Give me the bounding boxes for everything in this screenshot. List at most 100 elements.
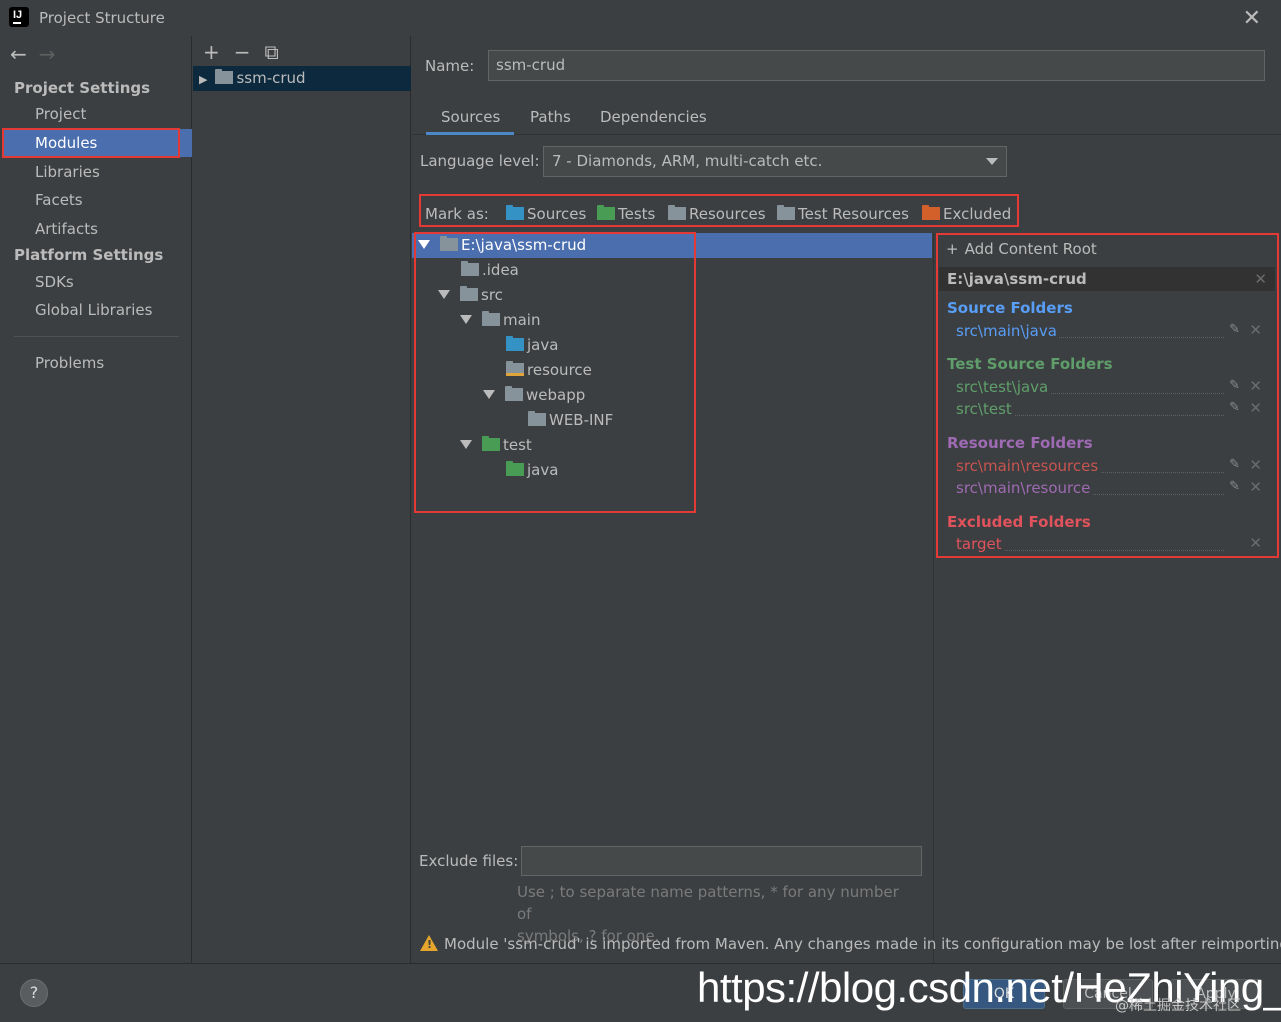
- tree-node-test[interactable]: test: [460, 433, 532, 458]
- source-folders-heading: Source Folders: [947, 299, 1073, 317]
- sidebar-item-facets[interactable]: Facets: [2, 186, 192, 214]
- resource-folder-icon: [506, 361, 524, 376]
- excluded-folder-icon: [922, 205, 940, 220]
- watermark-small: @稀土掘金技术社区: [1115, 998, 1241, 1014]
- test-source-folder-item: src\test\java ✎ ✕: [956, 377, 1262, 396]
- remove-icon[interactable]: ✕: [1249, 321, 1262, 339]
- collapse-arrow-icon[interactable]: [418, 240, 430, 249]
- folder-icon: [528, 411, 546, 426]
- mark-as-resources[interactable]: Resources: [668, 205, 766, 223]
- content-root-tree: E:\java\ssm-crud .idea src main java res…: [412, 233, 932, 733]
- module-name-field[interactable]: ssm-crud: [488, 50, 1265, 81]
- tree-node-resource[interactable]: resource: [506, 358, 592, 383]
- module-label: ssm-crud: [236, 69, 306, 87]
- collapse-arrow-icon[interactable]: [483, 390, 495, 399]
- forward-arrow-icon[interactable]: →: [39, 42, 56, 66]
- sidebar-item-global-libraries[interactable]: Global Libraries: [2, 296, 192, 324]
- folder-icon: [440, 236, 458, 251]
- sidebar-item-libraries[interactable]: Libraries: [2, 158, 192, 186]
- copy-icon[interactable]: ⧉: [265, 40, 279, 64]
- remove-icon[interactable]: ✕: [1249, 534, 1262, 552]
- mark-as-excluded[interactable]: Excluded: [922, 205, 1011, 223]
- expand-arrow-icon[interactable]: ▶: [199, 73, 207, 86]
- language-level-label: Language level:: [420, 152, 540, 170]
- maven-warning: ! Module 'ssm-crud' is imported from Mave…: [420, 935, 1281, 953]
- close-icon[interactable]: ✕: [1243, 6, 1261, 31]
- test-folder-icon: [482, 436, 500, 451]
- test-resources-folder-icon: [777, 205, 795, 220]
- sidebar-item-sdks[interactable]: SDKs: [2, 268, 192, 296]
- tree-node-src[interactable]: src: [438, 283, 503, 308]
- resource-folder-item: src\main\resources ✎ ✕: [956, 456, 1262, 475]
- mark-as-label: Mark as:: [425, 205, 489, 223]
- name-label: Name:: [425, 57, 475, 75]
- remove-icon[interactable]: ✕: [1249, 456, 1262, 474]
- folder-icon: [460, 286, 478, 301]
- folder-icon: [482, 311, 500, 326]
- sidebar-item-project[interactable]: Project: [2, 100, 192, 128]
- exclude-files-input[interactable]: [521, 846, 922, 876]
- remove-root-icon[interactable]: ✕: [1254, 267, 1267, 291]
- resources-folder-icon: [668, 205, 686, 220]
- tree-node-idea[interactable]: .idea: [461, 258, 519, 283]
- remove-icon[interactable]: ✕: [1249, 399, 1262, 417]
- exclude-files-label: Exclude files:: [419, 852, 519, 870]
- tree-node-web-inf[interactable]: WEB-INF: [528, 408, 613, 433]
- test-source-folder-item: src\test ✎ ✕: [956, 399, 1262, 418]
- remove-icon[interactable]: ✕: [1249, 377, 1262, 395]
- module-folder-icon: [215, 69, 234, 84]
- edit-icon[interactable]: ✎: [1229, 457, 1240, 472]
- module-toolbar: + − ⧉: [203, 40, 293, 64]
- collapse-arrow-icon[interactable]: [460, 315, 472, 324]
- project-settings-heading: Project Settings: [14, 79, 151, 97]
- tree-node-main-java[interactable]: java: [506, 333, 558, 358]
- sidebar-item-modules[interactable]: Modules: [2, 129, 192, 157]
- collapse-arrow-icon[interactable]: [460, 440, 472, 449]
- warning-icon: !: [420, 935, 438, 951]
- edit-icon[interactable]: ✎: [1229, 322, 1240, 337]
- module-list-panel: + − ⧉ ▶ ssm-crud: [193, 36, 411, 963]
- sidebar-item-problems[interactable]: Problems: [2, 349, 192, 377]
- test-source-folders-heading: Test Source Folders: [947, 355, 1113, 373]
- edit-icon[interactable]: ✎: [1229, 378, 1240, 393]
- tree-node-webapp[interactable]: webapp: [483, 383, 585, 408]
- mark-as-tests[interactable]: Tests: [597, 205, 655, 223]
- remove-icon[interactable]: ✕: [1249, 478, 1262, 496]
- tree-node-root[interactable]: E:\java\ssm-crud: [412, 233, 932, 258]
- sidebar-divider: [14, 336, 179, 337]
- chevron-down-icon: [986, 158, 998, 165]
- help-button[interactable]: ?: [20, 979, 48, 1007]
- content-root-details: + Add Content Root E:\java\ssm-crud ✕ Sour…: [933, 233, 1281, 963]
- language-level-value: 7 - Diamonds, ARM, multi-catch etc.: [552, 152, 823, 170]
- plus-icon: +: [946, 240, 959, 258]
- tree-node-test-java[interactable]: java: [506, 458, 558, 483]
- edit-icon[interactable]: ✎: [1229, 479, 1240, 494]
- intellij-logo-icon: IJ: [7, 5, 31, 29]
- tree-node-main[interactable]: main: [460, 308, 540, 333]
- nav-arrows: ← →: [10, 42, 68, 66]
- back-arrow-icon[interactable]: ←: [10, 42, 27, 66]
- resource-folders-heading: Resource Folders: [947, 434, 1093, 452]
- tab-paths[interactable]: Paths: [530, 108, 571, 135]
- folder-icon: [461, 261, 479, 276]
- test-source-folder-icon: [506, 461, 524, 476]
- platform-settings-heading: Platform Settings: [14, 246, 164, 264]
- sidebar-item-artifacts[interactable]: Artifacts: [2, 215, 192, 243]
- tab-sources[interactable]: Sources: [426, 108, 514, 135]
- module-row[interactable]: ▶ ssm-crud: [193, 66, 411, 91]
- remove-icon[interactable]: −: [234, 40, 251, 64]
- mark-as-test-resources[interactable]: Test Resources: [777, 205, 909, 223]
- add-icon[interactable]: +: [203, 40, 220, 64]
- mark-as-sources[interactable]: Sources: [506, 205, 586, 223]
- excluded-folder-item: target ✕: [956, 534, 1262, 553]
- folder-icon: [505, 386, 523, 401]
- sources-folder-icon: [506, 205, 524, 220]
- collapse-arrow-icon[interactable]: [438, 290, 450, 299]
- title-bar: IJ Project Structure ✕: [0, 0, 1281, 36]
- edit-icon[interactable]: ✎: [1229, 400, 1240, 415]
- content-root-header: E:\java\ssm-crud ✕: [939, 267, 1275, 291]
- tab-dependencies[interactable]: Dependencies: [600, 108, 707, 135]
- settings-sidebar: ← → Project Settings Project Modules Libr…: [0, 36, 192, 963]
- language-level-select[interactable]: 7 - Diamonds, ARM, multi-catch etc.: [543, 146, 1007, 177]
- add-content-root-button[interactable]: + Add Content Root: [946, 240, 1097, 258]
